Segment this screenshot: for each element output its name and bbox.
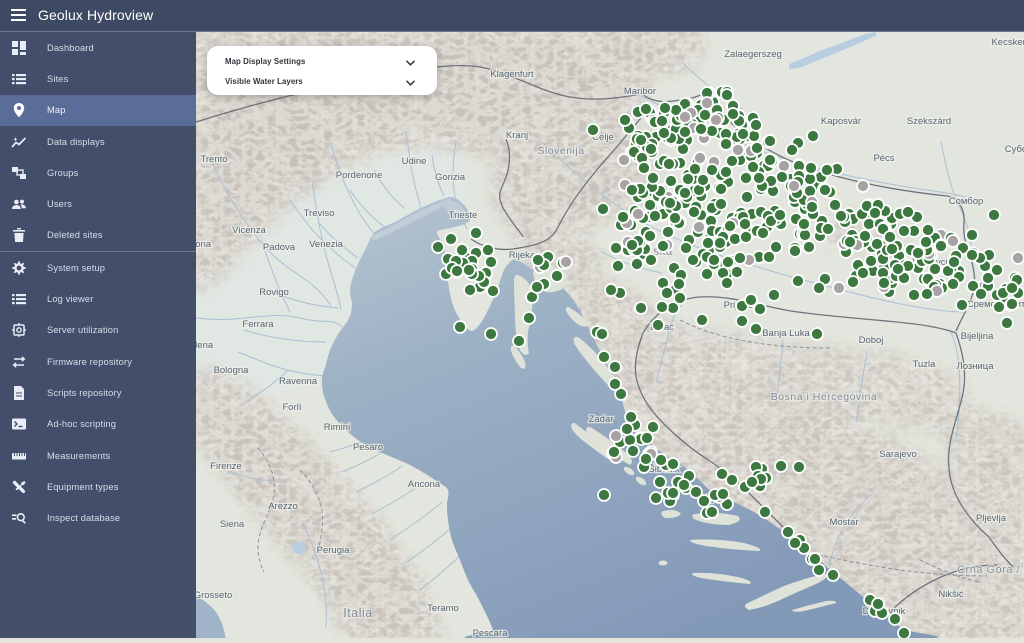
svg-text:Trieste: Trieste bbox=[449, 210, 478, 221]
svg-text:Nikšić: Nikšić bbox=[938, 589, 964, 600]
svg-text:Banja Luka: Banja Luka bbox=[762, 328, 810, 339]
svg-text:Pescara: Pescara bbox=[473, 628, 509, 638]
svg-text:Forlì: Forlì bbox=[283, 402, 302, 413]
svg-text:Siena: Siena bbox=[220, 519, 245, 530]
svg-text:Crna Gora / Цр: Crna Gora / Цр bbox=[957, 564, 1024, 576]
svg-text:Tuzla: Tuzla bbox=[913, 359, 937, 370]
svg-text:Sarajevo: Sarajevo bbox=[879, 449, 917, 460]
svg-text:Slovenija: Slovenija bbox=[537, 145, 584, 157]
svg-text:Ferrara: Ferrara bbox=[242, 319, 274, 330]
svg-text:Klagenfurt: Klagenfurt bbox=[490, 69, 534, 80]
svg-text:Verona: Verona bbox=[196, 239, 212, 250]
svg-text:Rovigo: Rovigo bbox=[259, 287, 289, 298]
svg-text:Szekszárd: Szekszárd bbox=[907, 116, 951, 127]
svg-text:Perugia: Perugia bbox=[317, 545, 350, 556]
svg-text:Pécs: Pécs bbox=[873, 153, 894, 164]
svg-text:Firenze: Firenze bbox=[210, 461, 242, 472]
svg-text:Padova: Padova bbox=[263, 242, 296, 253]
svg-text:Pljevlja: Pljevlja bbox=[976, 513, 1007, 524]
svg-text:Doboj: Doboj bbox=[859, 335, 884, 346]
svg-text:Сомбор: Сомбор bbox=[949, 196, 984, 207]
svg-text:Pesaro: Pesaro bbox=[353, 442, 383, 453]
svg-text:Modena: Modena bbox=[196, 340, 214, 351]
svg-text:Treviso: Treviso bbox=[304, 208, 335, 219]
svg-text:Bijeljina: Bijeljina bbox=[961, 331, 994, 342]
svg-text:Ravenna: Ravenna bbox=[279, 376, 318, 387]
svg-text:Trento: Trento bbox=[200, 154, 227, 165]
svg-text:Ancona: Ancona bbox=[408, 479, 441, 490]
svg-text:Venezia: Venezia bbox=[309, 239, 344, 250]
svg-text:Grosseto: Grosseto bbox=[196, 590, 232, 601]
svg-text:Teramo: Teramo bbox=[427, 603, 459, 614]
svg-text:Maribor: Maribor bbox=[624, 86, 656, 97]
svg-text:Bologna: Bologna bbox=[214, 365, 250, 376]
svg-text:Bosna i Hercegovina: Bosna i Hercegovina bbox=[771, 391, 877, 403]
svg-text:Italia: Italia bbox=[343, 606, 372, 620]
svg-text:Zalaegerszeg: Zalaegerszeg bbox=[724, 49, 782, 60]
svg-text:Arezzo: Arezzo bbox=[268, 501, 298, 512]
svg-text:Pordenone: Pordenone bbox=[336, 170, 382, 181]
svg-text:Kaposvár: Kaposvár bbox=[821, 116, 861, 127]
svg-text:Kranj: Kranj bbox=[506, 130, 528, 141]
svg-text:Vicenza: Vicenza bbox=[232, 225, 266, 236]
svg-text:Лозница: Лозница bbox=[956, 361, 994, 372]
svg-text:Rimini: Rimini bbox=[324, 422, 350, 433]
svg-text:Udine: Udine bbox=[402, 156, 427, 167]
svg-text:Субо: Субо bbox=[1005, 144, 1024, 155]
svg-text:Gorizia: Gorizia bbox=[435, 172, 466, 183]
svg-text:Kecskem: Kecskem bbox=[991, 37, 1024, 48]
svg-text:Zadar: Zadar bbox=[589, 414, 614, 425]
svg-text:Mostar: Mostar bbox=[829, 517, 858, 528]
